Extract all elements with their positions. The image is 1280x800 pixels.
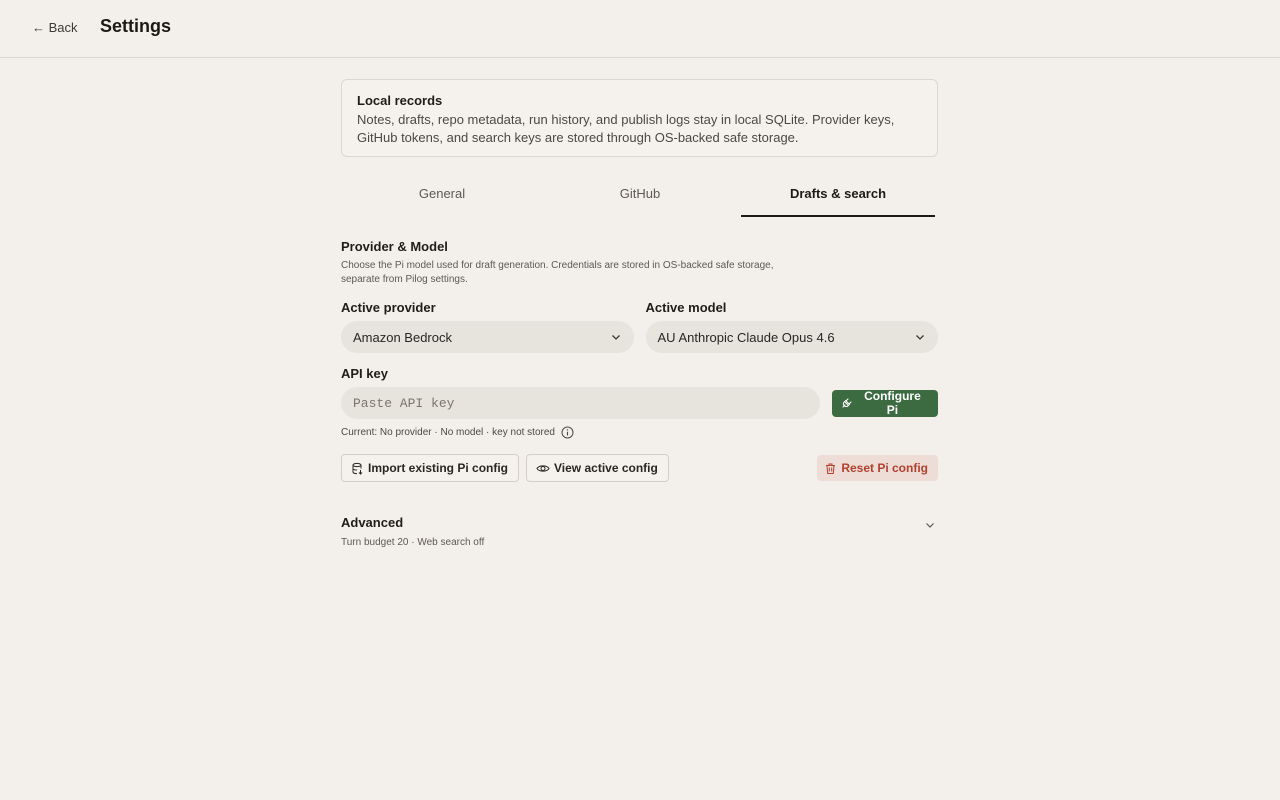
- active-model-select[interactable]: AU Anthropic Claude Opus 4.6: [645, 321, 938, 353]
- settings-panel: Local records Notes, drafts, repo metada…: [341, 79, 938, 548]
- info-icon[interactable]: [561, 426, 574, 439]
- config-actions: Import existing Pi config View active co…: [341, 454, 938, 482]
- reset-config-button[interactable]: Reset Pi config: [817, 455, 938, 481]
- advanced-summary: Turn budget 20 · Web search off: [341, 537, 485, 548]
- active-provider-select[interactable]: Amazon Bedrock: [341, 321, 634, 353]
- reset-config-label: Reset Pi config: [841, 461, 928, 475]
- view-config-label: View active config: [554, 461, 658, 475]
- top-bar: ← Back Settings: [0, 0, 1280, 58]
- active-provider-value: Amazon Bedrock: [353, 329, 452, 345]
- advanced-section-toggle[interactable]: Advanced Turn budget 20 · Web search off: [341, 515, 938, 548]
- tab-drafts-search[interactable]: Drafts & search: [741, 185, 935, 217]
- advanced-title: Advanced: [341, 515, 404, 530]
- page-title: Settings: [100, 16, 172, 36]
- tab-general[interactable]: General: [345, 185, 539, 217]
- configure-pi-label: Configure Pi: [864, 389, 921, 417]
- local-records-notice: Local records Notes, drafts, repo metada…: [341, 79, 938, 157]
- eye-icon: [536, 462, 550, 475]
- chevron-down-icon: [914, 331, 926, 343]
- api-key-row: Configure Pi: [341, 387, 938, 419]
- view-config-button[interactable]: View active config: [526, 454, 669, 482]
- provider-model-row: Active provider Amazon Bedrock Active mo…: [341, 300, 938, 353]
- notice-body: Notes, drafts, repo metadata, run histor…: [357, 112, 895, 145]
- config-status: Current: No provider · No model · key no…: [341, 426, 938, 439]
- chevron-down-icon: [924, 519, 936, 531]
- api-key-input[interactable]: [341, 387, 820, 419]
- api-key-label: API key: [341, 366, 388, 381]
- plug-icon: [840, 397, 853, 410]
- back-link[interactable]: ← Back: [32, 20, 78, 35]
- active-provider-field: Active provider Amazon Bedrock: [341, 300, 634, 353]
- chevron-down-icon: [610, 331, 622, 343]
- active-model-field: Active model AU Anthropic Claude Opus 4.…: [645, 300, 938, 353]
- provider-model-title: Provider & Model: [341, 239, 448, 254]
- settings-tabs: General GitHub Drafts & search: [341, 185, 938, 217]
- import-config-label: Import existing Pi config: [368, 461, 509, 475]
- active-model-label: Active model: [645, 300, 727, 315]
- provider-model-description: Choose the Pi model used for draft gener…: [341, 260, 774, 285]
- trash-icon: [824, 462, 837, 475]
- config-status-text: Current: No provider · No model · key no…: [341, 427, 555, 438]
- tab-github[interactable]: GitHub: [543, 185, 737, 217]
- database-import-icon: [351, 462, 364, 475]
- active-provider-label: Active provider: [341, 300, 436, 315]
- notice-title: Local records: [357, 93, 443, 108]
- configure-pi-button[interactable]: Configure Pi: [831, 389, 938, 417]
- active-model-value: AU Anthropic Claude Opus 4.6: [657, 329, 835, 345]
- import-config-button[interactable]: Import existing Pi config: [341, 454, 520, 482]
